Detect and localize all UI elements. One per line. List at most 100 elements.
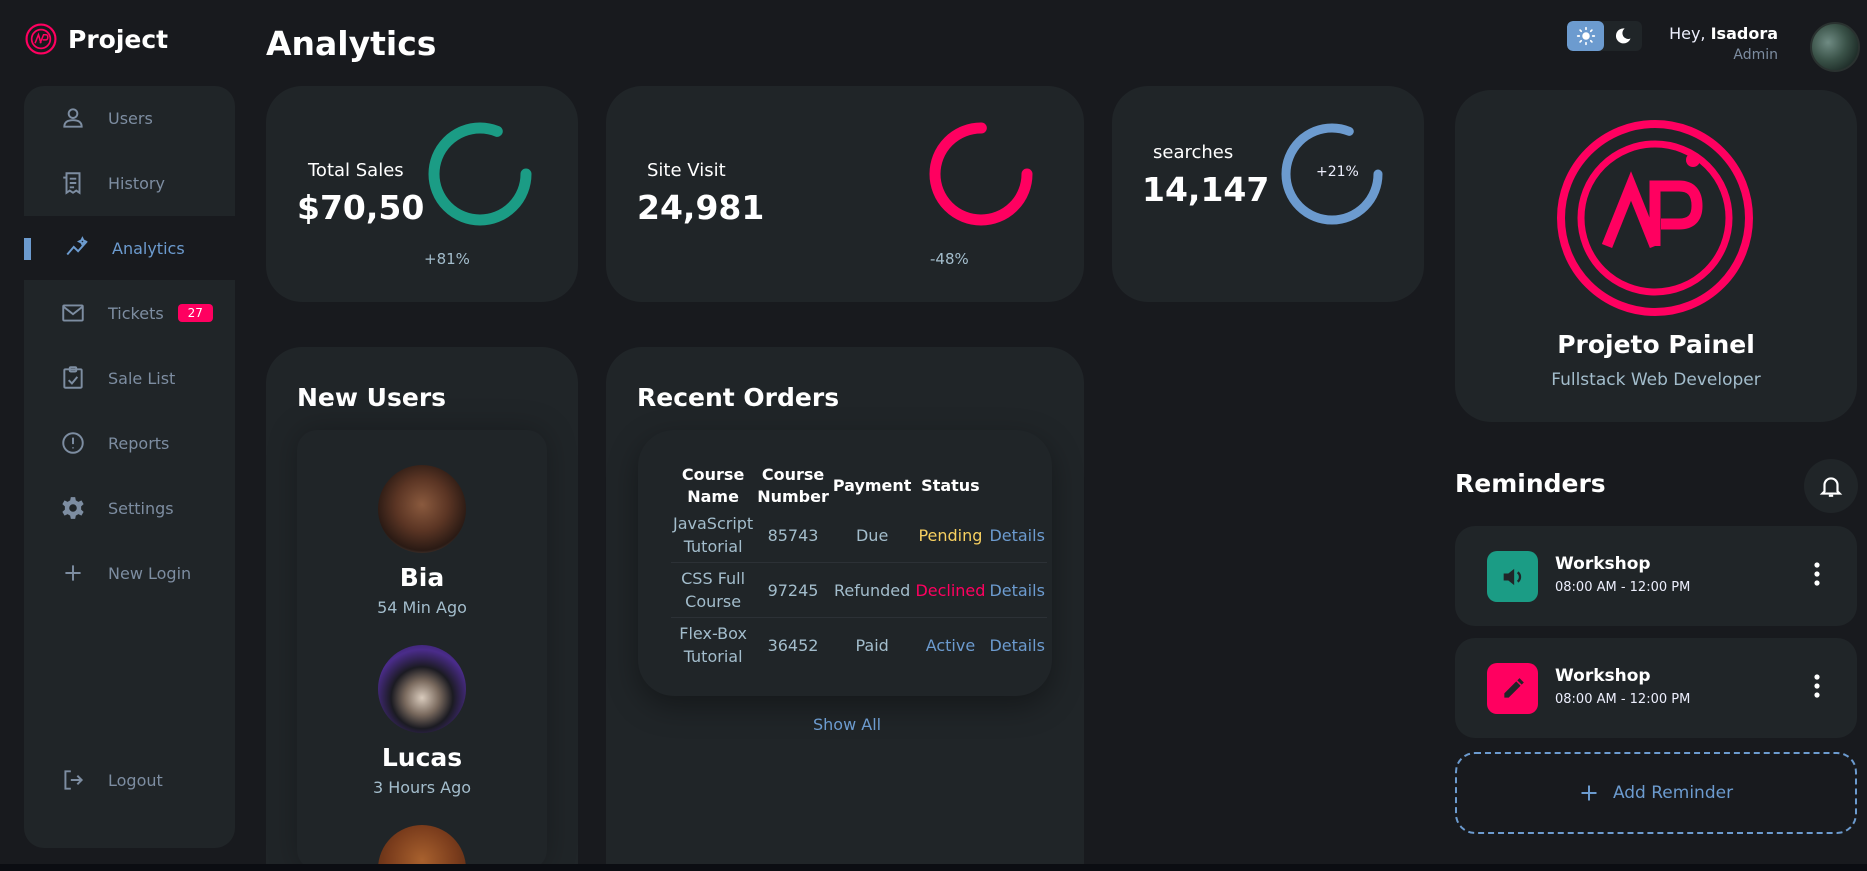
course-name: Flex-Box Tutorial (679, 624, 747, 666)
gear-icon (62, 497, 84, 519)
sidebar-item-users[interactable]: Users (24, 86, 235, 150)
table-row: JavaScript Tutorial 85743 Due Pending De… (671, 508, 1047, 563)
reminder-time: 08:00 AM - 12:00 PM (1555, 692, 1691, 707)
tickets-count-badge: 27 (177, 304, 213, 322)
reminder-item[interactable]: Workshop 08:00 AM - 12:00 PM (1455, 638, 1857, 738)
plus-icon (1581, 785, 1597, 801)
payment: Due (830, 508, 914, 563)
dark-mode-button[interactable] (1604, 21, 1641, 51)
table-header-row: Course Name Course Number Payment Status (671, 464, 1047, 508)
sidebar-item-label: Sale List (108, 368, 176, 388)
payment: Refunded (830, 562, 914, 618)
notifications-button[interactable] (1804, 459, 1858, 513)
profile-card: Projeto Painel Fullstack Web Developer (1455, 90, 1857, 422)
light-mode-button[interactable] (1567, 21, 1604, 51)
user-name: Isadora (1710, 24, 1778, 43)
theme-toggle[interactable] (1567, 21, 1642, 51)
reminder-icon-box (1487, 663, 1538, 714)
sidebar-item-label: Analytics (112, 238, 185, 258)
stat-percent: +21% (1316, 164, 1359, 180)
user-time: 54 Min Ago (377, 598, 467, 617)
details-link[interactable]: Details (987, 618, 1046, 673)
user-role: Admin (1733, 47, 1778, 63)
reminder-time: 08:00 AM - 12:00 PM (1555, 580, 1691, 595)
sidebar-item-label: Logout (108, 770, 163, 790)
progress-ring (428, 122, 532, 226)
orders-table-container: Course Name Course Number Payment Status… (638, 430, 1052, 696)
details-link[interactable]: Details (987, 508, 1047, 563)
total-sales-card: Total Sales $70,50 +81% (266, 86, 578, 302)
brand-name: Project (68, 24, 169, 54)
sidebar-item-label: History (108, 173, 165, 193)
sidebar-item-logout[interactable]: Logout (24, 748, 235, 812)
stat-percent: -48% (930, 250, 969, 268)
reminder-icon-box (1487, 551, 1538, 602)
new-users-list: Bia 54 Min Ago Lucas 3 Hours Ago (297, 430, 547, 871)
mail-icon (62, 304, 84, 322)
alert-circle-icon (62, 432, 84, 454)
user-info: Hey, Isadora Admin (1669, 24, 1778, 63)
sidebar-item-settings[interactable]: Settings (24, 476, 235, 540)
brand[interactable]: Project (24, 22, 168, 56)
searches-card: searches 14,147 +21% (1112, 86, 1424, 302)
reminder-title: Workshop (1555, 666, 1651, 686)
reminders-title: Reminders (1455, 469, 1606, 498)
sidebar-item-label: Users (108, 108, 153, 128)
stat-percent: +81% (424, 250, 470, 268)
stat-label: searches (1153, 142, 1234, 163)
greeting: Hey, (1669, 24, 1706, 43)
more-vertical-icon[interactable] (1813, 562, 1821, 586)
column-header: Course Number (757, 465, 829, 506)
bottom-edge (0, 864, 1867, 871)
sidebar: Users History Analytics Tickets 27 Sale … (24, 86, 235, 848)
user-name: Lucas (381, 743, 463, 772)
user-icon (63, 108, 83, 128)
sidebar-item-history[interactable]: History (24, 151, 235, 215)
logout-icon (64, 770, 84, 790)
stat-value: $70,50 (297, 188, 425, 227)
site-visit-card: Site Visit 24,981 -48% (606, 86, 1084, 302)
stat-label: Total Sales (308, 160, 404, 181)
plus-icon (65, 565, 81, 581)
table-row: Flex-Box Tutorial 36452 Paid Active Deta… (671, 618, 1047, 673)
moon-icon (1615, 28, 1630, 44)
reminder-item[interactable]: Workshop 08:00 AM - 12:00 PM (1455, 526, 1857, 626)
user-item[interactable] (378, 465, 466, 553)
edit-icon (1503, 677, 1524, 698)
sidebar-item-sale-list[interactable]: Sale List (24, 346, 235, 410)
stat-value: 24,981 (637, 188, 765, 227)
insights-icon (66, 236, 88, 256)
payment: Paid (855, 635, 889, 655)
status: Declined (913, 562, 988, 618)
profile-role: Fullstack Web Developer (1551, 370, 1761, 390)
sidebar-item-tickets[interactable]: Tickets 27 (24, 281, 235, 345)
page-title: Analytics (266, 24, 437, 63)
details-link[interactable]: Details (987, 562, 1047, 618)
sidebar-item-analytics[interactable]: Analytics (24, 216, 235, 280)
volume-icon (1503, 568, 1521, 585)
stat-value: 14,147 (1142, 170, 1270, 209)
profile-avatar[interactable] (1810, 22, 1860, 72)
sidebar-item-label: New Login (108, 563, 192, 583)
user-item[interactable] (378, 645, 466, 733)
add-reminder-button[interactable]: Add Reminder (1455, 752, 1857, 834)
sidebar-item-new-login[interactable]: New Login (24, 541, 235, 605)
column-header: Payment (832, 476, 912, 495)
column-header: Status (921, 476, 980, 495)
sidebar-item-reports[interactable]: Reports (24, 411, 235, 475)
status: Active (925, 635, 976, 655)
show-all-link[interactable]: Show All (813, 715, 881, 734)
course-name: JavaScript Tutorial (671, 508, 756, 563)
user-name: Bia (399, 563, 445, 592)
bell-icon (1819, 477, 1843, 497)
profile-name: Projeto Painel (1557, 330, 1755, 359)
more-vertical-icon[interactable] (1813, 674, 1821, 698)
add-reminder-label: Add Reminder (1612, 783, 1734, 803)
table-row: CSS Full Course 97245 Refunded Declined … (671, 562, 1047, 618)
clipboard-check-icon (63, 366, 83, 389)
course-name: CSS Full Course (671, 562, 756, 618)
progress-ring (929, 122, 1033, 226)
column-header: Course Name (681, 465, 745, 506)
recent-orders-title: Recent Orders (637, 383, 840, 412)
avatar (378, 645, 466, 733)
